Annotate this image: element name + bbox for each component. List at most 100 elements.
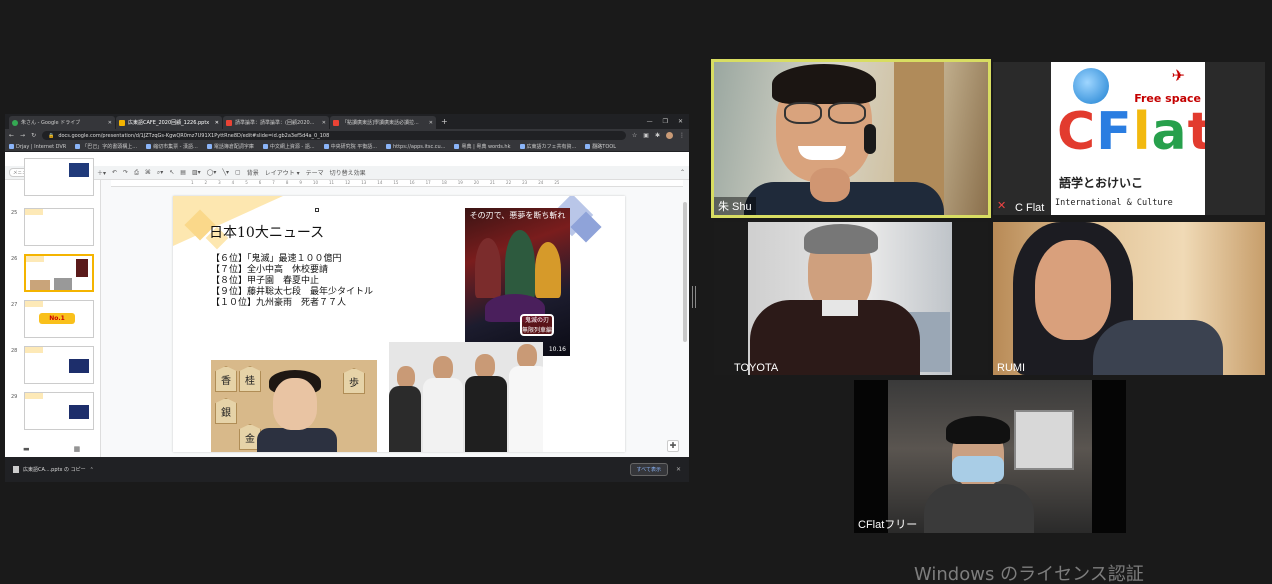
zoom-icon[interactable]: ⌕▾ [157,169,163,177]
maximize-icon[interactable]: ❐ [663,118,668,125]
drive-icon [12,119,18,126]
video-tile-toyota[interactable]: TOYOTA [714,222,988,375]
video-tile-rumi[interactable]: RUMI [993,222,1265,375]
shogi-piece: 銀 [215,398,237,424]
bookmark-item[interactable]: 電話簿倉配詞字庫 [206,143,254,150]
slide-thumbnail[interactable] [24,208,94,246]
transition-button[interactable]: 切り替え効果 [330,168,366,177]
split-view-handle[interactable] [692,286,696,308]
news-item: 【１０位】九州豪雨 死者７７人 [211,298,347,308]
thumbnail-row[interactable]: 25 [5,208,101,248]
ruler-tick-label: 5 [245,180,248,185]
glasses-left [784,102,822,124]
browser-tab-slides[interactable]: 広東語CAFE_2020回顧_1226.pptx ✕ [116,116,222,129]
star-icon[interactable]: ☆ [632,132,637,139]
bookmark-item[interactable]: Drjay | Internet DVR [9,144,66,150]
grid-view-icon[interactable]: ▦ [74,445,81,453]
person-hair [772,64,876,104]
slide-canvas[interactable]: 日本10大ニュース 【６位】「鬼滅」最速１００億円 【７位】全小中高 休校要請 … [173,196,625,452]
slide-number: 27 [11,302,18,308]
close-icon[interactable]: ✕ [215,120,219,126]
logo-letter: F [1096,102,1133,162]
slide-thumbnail[interactable] [24,392,94,430]
line-icon[interactable]: ╲▾ [222,169,229,176]
new-tab-button[interactable]: + [441,117,448,126]
bookmark-item[interactable]: 中文網上資源 - 語... [262,143,315,150]
slides-toolbar: メニューを検索 (Alt+/) ＋▾ ↶ ↷ ⎙ ⌘ ⌕▾ ↖ ▤ ▨▾ ◯▾ … [5,166,689,180]
forward-icon[interactable]: → [20,132,25,139]
participant-name: 朱 Shu [714,197,756,215]
ruler-tick-label: 16 [409,180,415,185]
browser-tab-youtube-1[interactable]: 請準論準：請準論準：(回顧2020... ✕ [223,116,329,129]
explore-button[interactable]: ✚ [667,440,679,452]
show-all-button[interactable]: すべて表示 [629,463,668,476]
bookmark-item[interactable]: 「巴己」字的書頭構上... [75,143,137,150]
back-icon[interactable]: ← [9,132,14,139]
redo-icon[interactable]: ↷ [123,169,128,176]
baseball-team-photo[interactable] [389,342,543,452]
image-icon[interactable]: ▨▾ [192,169,201,176]
close-icon[interactable]: ✕ [429,120,433,126]
comment-icon[interactable]: ▢ [235,169,241,176]
browser-tab-youtube-2[interactable]: 「點讀廣東話]學讀廣東話必讀拉... ✕ [330,116,436,129]
ruler-tick-label: 12 [345,180,351,185]
theme-button[interactable]: テーマ [306,168,324,177]
close-icon[interactable]: ✕ [108,120,112,126]
download-item[interactable]: 広東語CA....pptx の コピー ⌃ [13,466,94,473]
slide-thumbnail[interactable] [24,346,94,384]
thumbnail-row[interactable]: 28 [5,346,101,386]
news-list[interactable]: 【６位】「鬼滅」最速１００億円 【７位】全小中高 休校要請 【８位】甲子園 春夏… [211,254,373,309]
kebab-menu-icon[interactable]: ⋮ [679,132,685,139]
close-icon[interactable]: ✕ [322,120,326,126]
bookmark-item[interactable]: https://apps.itsc.cu... [385,144,445,150]
extension-icon[interactable]: ▣ [643,132,649,139]
bookmark-item[interactable]: 広東語カフェ共有資... [519,143,576,150]
thumbnail-row[interactable] [5,158,101,198]
list-view-icon[interactable]: ▬ [23,445,30,453]
person-face [1035,240,1111,340]
video-tile-shu[interactable]: 朱 Shu [711,59,991,218]
minimize-icon[interactable]: — [647,118,653,125]
thumbnail-row[interactable]: 29 [5,392,101,432]
shogi-player-photo[interactable]: 香 桂 銀 金 歩 [211,360,377,452]
video-tile-cflat[interactable]: ✈ Free space CFlat 語学とおけいこ International… [993,62,1265,215]
select-icon[interactable]: ↖ [169,169,174,176]
slides-icon [119,119,125,126]
reload-icon[interactable]: ↻ [31,132,36,139]
slide-thumbnail[interactable]: No.1 [24,300,94,338]
text-cursor-handle [315,208,319,212]
bookmark-item[interactable]: 中央研究院 平衡語... [323,143,377,150]
paint-format-icon[interactable]: ⌘ [145,169,151,176]
close-download-bar-button[interactable]: ✕ [676,466,681,473]
person-body [257,428,337,452]
print-icon[interactable]: ⎙ [134,169,139,177]
close-window-icon[interactable]: ✕ [678,118,683,125]
movie-poster-image[interactable]: その刃で、悪夢を断ち斬れ 鬼滅の刃 無限列車編 10.16 [465,208,570,356]
download-filename: 広東語CA....pptx の コピー [23,467,86,473]
profile-avatar[interactable] [666,132,673,139]
ruler-tick-label: 25 [554,180,560,185]
thumbnail-row[interactable]: 27 No.1 [5,300,101,340]
background-button[interactable]: 背景 [247,168,259,177]
slide-thumbnail[interactable] [24,158,94,196]
logo-letter: a [1151,102,1188,162]
chevron-up-icon[interactable]: ⌃ [680,169,685,176]
slide-title[interactable]: 日本10大ニュース [209,222,324,242]
undo-icon[interactable]: ↶ [112,169,117,176]
url-input[interactable]: 🔒 docs.google.com/presentation/d/1JZTzqG… [42,131,626,140]
chevron-up-icon[interactable]: ⌃ [90,467,94,473]
vertical-scrollbar[interactable] [683,202,687,342]
ruler-tick-label: 17 [425,180,431,185]
video-tile-cflat-free[interactable]: CFlatフリー [854,380,1126,533]
puzzle-icon[interactable]: ✱ [655,132,660,139]
thumbnail-row[interactable]: 26 [5,254,101,294]
bookmark-item[interactable]: 翻路TOOL [585,143,616,150]
shape-icon[interactable]: ◯▾ [207,169,217,176]
textbox-icon[interactable]: ▤ [180,169,186,176]
ruler-tick-label: 24 [538,180,544,185]
slide-thumbnail-selected[interactable] [24,254,94,292]
browser-tab-drive[interactable]: 朱さん - Google ドライブ ✕ [9,116,115,129]
layout-button[interactable]: レイアウト ▾ [265,168,300,177]
bookmark-item[interactable]: 縮切市集票 - 漢語... [146,143,198,150]
bookmark-item[interactable]: 粵典 | 粵典 words.hk [454,143,511,150]
